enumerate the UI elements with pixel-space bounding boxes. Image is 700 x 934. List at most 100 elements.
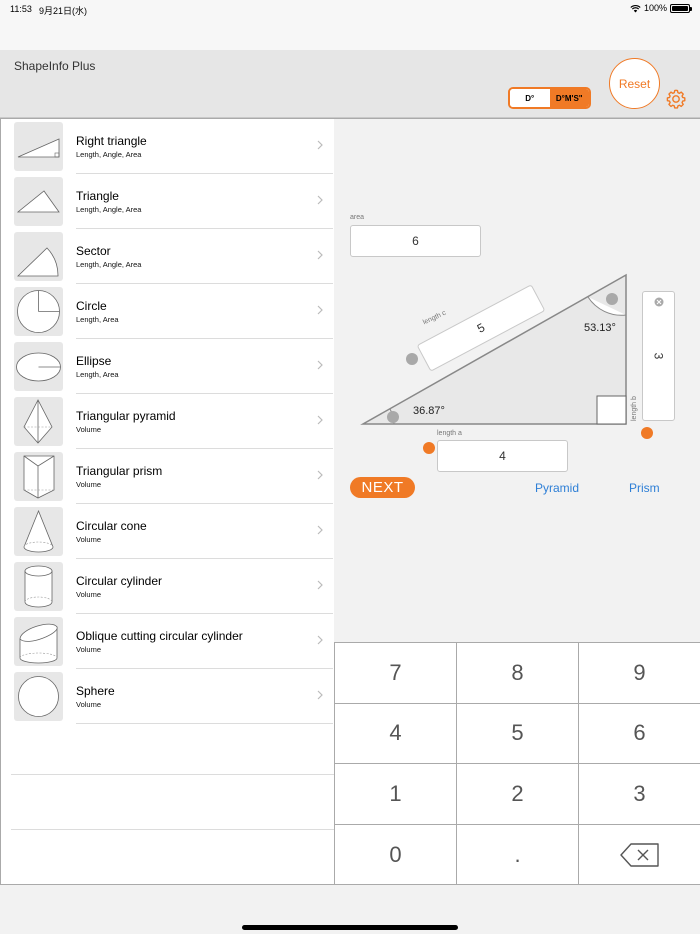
shape-item-sphere[interactable]: Sphere Volume (1, 669, 335, 724)
key-3[interactable]: 3 (579, 764, 700, 825)
gear-icon[interactable] (665, 88, 687, 110)
chevron-right-icon (317, 305, 323, 315)
length-c-handle[interactable] (406, 353, 418, 365)
shape-item-sub: Length, Angle, Area (76, 260, 142, 269)
unit-degrees-option[interactable]: D° (510, 89, 550, 107)
prism-link[interactable]: Prism (629, 481, 660, 495)
shape-item-sub: Length, Area (76, 315, 119, 324)
shape-item-label: Triangular pyramid (76, 409, 176, 423)
length-b-handle[interactable] (641, 427, 653, 439)
key-backspace[interactable] (579, 825, 700, 886)
battery-icon (670, 3, 692, 13)
key-6[interactable]: 6 (579, 704, 700, 764)
shape-item-sector[interactable]: Sector Length, Angle, Area (1, 229, 335, 284)
shape-item-sub: Volume (76, 425, 102, 434)
triangular-prism-icon (23, 455, 55, 499)
shape-item-sub: Length, Angle, Area (76, 205, 142, 214)
chevron-right-icon (317, 690, 323, 700)
backspace-icon (619, 843, 659, 867)
chevron-right-icon (317, 250, 323, 260)
shape-item-label: Triangular prism (76, 464, 163, 478)
shape-item-label: Ellipse (76, 354, 112, 368)
shape-item-sub: Volume (76, 480, 102, 489)
chevron-right-icon (317, 195, 323, 205)
unit-dms-option[interactable]: D°M'S" (549, 89, 589, 107)
key-4[interactable]: 4 (335, 703, 457, 764)
chevron-right-icon (317, 580, 323, 590)
wifi-icon (630, 4, 641, 12)
key-9[interactable]: 9 (579, 643, 700, 704)
app-header: ShapeInfo Plus D° D°M'S" Reset (0, 50, 700, 118)
circle-icon (17, 290, 60, 333)
chevron-right-icon (317, 470, 323, 480)
app-title: ShapeInfo Plus (14, 59, 96, 73)
triangular-pyramid-icon (23, 399, 53, 444)
shape-item-label: Sector (76, 244, 111, 258)
clear-icon[interactable] (654, 297, 664, 307)
triangle-icon (16, 190, 60, 213)
key-0[interactable]: 0 (335, 824, 457, 885)
shape-item-sub: Volume (76, 700, 102, 709)
angle-left-value: 36.87° (413, 405, 445, 417)
shape-item-label: Circular cone (76, 519, 147, 533)
shape-item-label: Triangle (76, 189, 119, 203)
shape-item-sub: Volume (76, 590, 102, 599)
battery-percent: 100% (643, 3, 667, 13)
oblique-cylinder-icon (19, 623, 58, 664)
chevron-right-icon (317, 635, 323, 645)
key-8[interactable]: 8 (457, 643, 579, 704)
shape-item-circular-cylinder[interactable]: Circular cylinder Volume (1, 559, 335, 614)
shape-item-circular-cone[interactable]: Circular cone Volume (1, 504, 335, 559)
length-a-label: length a (437, 430, 462, 437)
shape-item-sub: Volume (76, 645, 102, 654)
length-b-label: length b (631, 396, 638, 421)
shape-item-triangle[interactable]: Triangle Length, Angle, Area (1, 174, 335, 229)
shape-item-triangular-prism[interactable]: Triangular prism Volume (1, 449, 335, 504)
pyramid-link[interactable]: Pyramid (535, 481, 579, 495)
shape-item-sub: Length, Angle, Area (76, 150, 142, 159)
shape-item-label: Circle (76, 299, 107, 313)
shape-list: Right triangle Length, Angle, Area Trian… (0, 118, 335, 885)
shape-item-label: Sphere (76, 684, 115, 698)
angle-top-value: 53.13° (584, 322, 616, 334)
shape-item-oblique-cylinder[interactable]: Oblique cutting circular cylinder Volume (1, 614, 335, 669)
angle-unit-toggle[interactable]: D° D°M'S" (508, 87, 591, 109)
shape-item-sub: Volume (76, 535, 102, 544)
length-b-field[interactable]: 3 (642, 291, 675, 421)
chevron-right-icon (317, 140, 323, 150)
shape-item-sub: Length, Area (76, 370, 119, 379)
key-5[interactable]: 5 (457, 703, 579, 764)
length-b-value: 3 (651, 352, 666, 360)
status-bar: 11:53 9月21日(水) 100% (0, 0, 700, 18)
length-a-field[interactable]: 4 (437, 440, 568, 472)
status-time: 11:53 (10, 4, 32, 14)
shape-item-right-triangle[interactable]: Right triangle Length, Angle, Area (1, 119, 335, 174)
chevron-right-icon (317, 415, 323, 425)
right-triangle-calculator: area 6 36.87° 53.13° length c 5 3 length… (334, 118, 700, 643)
chevron-right-icon (317, 525, 323, 535)
circular-cone-icon (23, 509, 54, 553)
chevron-right-icon (317, 360, 323, 370)
sector-icon (17, 247, 59, 277)
reset-button[interactable]: Reset (609, 58, 660, 109)
length-a-handle[interactable] (423, 442, 435, 454)
key-1[interactable]: 1 (335, 764, 457, 825)
circular-cylinder-icon (24, 565, 53, 608)
shape-item-label: Circular cylinder (76, 574, 163, 588)
key-7[interactable]: 7 (335, 643, 457, 704)
ellipse-icon (16, 352, 61, 382)
shape-item-circle[interactable]: Circle Length, Area (1, 284, 335, 339)
shape-item-label: Right triangle (76, 134, 147, 148)
numeric-keypad: 7 8 9 4 5 6 1 2 3 0 . (334, 643, 700, 885)
key-decimal[interactable]: . (457, 824, 579, 885)
shape-item-label: Oblique cutting circular cylinder (76, 629, 243, 643)
sphere-icon (18, 676, 59, 717)
angle-left-handle[interactable] (387, 411, 399, 423)
key-2[interactable]: 2 (457, 764, 579, 825)
right-triangle-icon (17, 138, 60, 158)
shape-item-triangular-pyramid[interactable]: Triangular pyramid Volume (1, 394, 335, 449)
next-button[interactable]: NEXT (350, 477, 415, 498)
home-indicator[interactable] (242, 925, 458, 930)
shape-item-ellipse[interactable]: Ellipse Length, Area (1, 339, 335, 394)
angle-top-handle[interactable] (606, 293, 618, 305)
